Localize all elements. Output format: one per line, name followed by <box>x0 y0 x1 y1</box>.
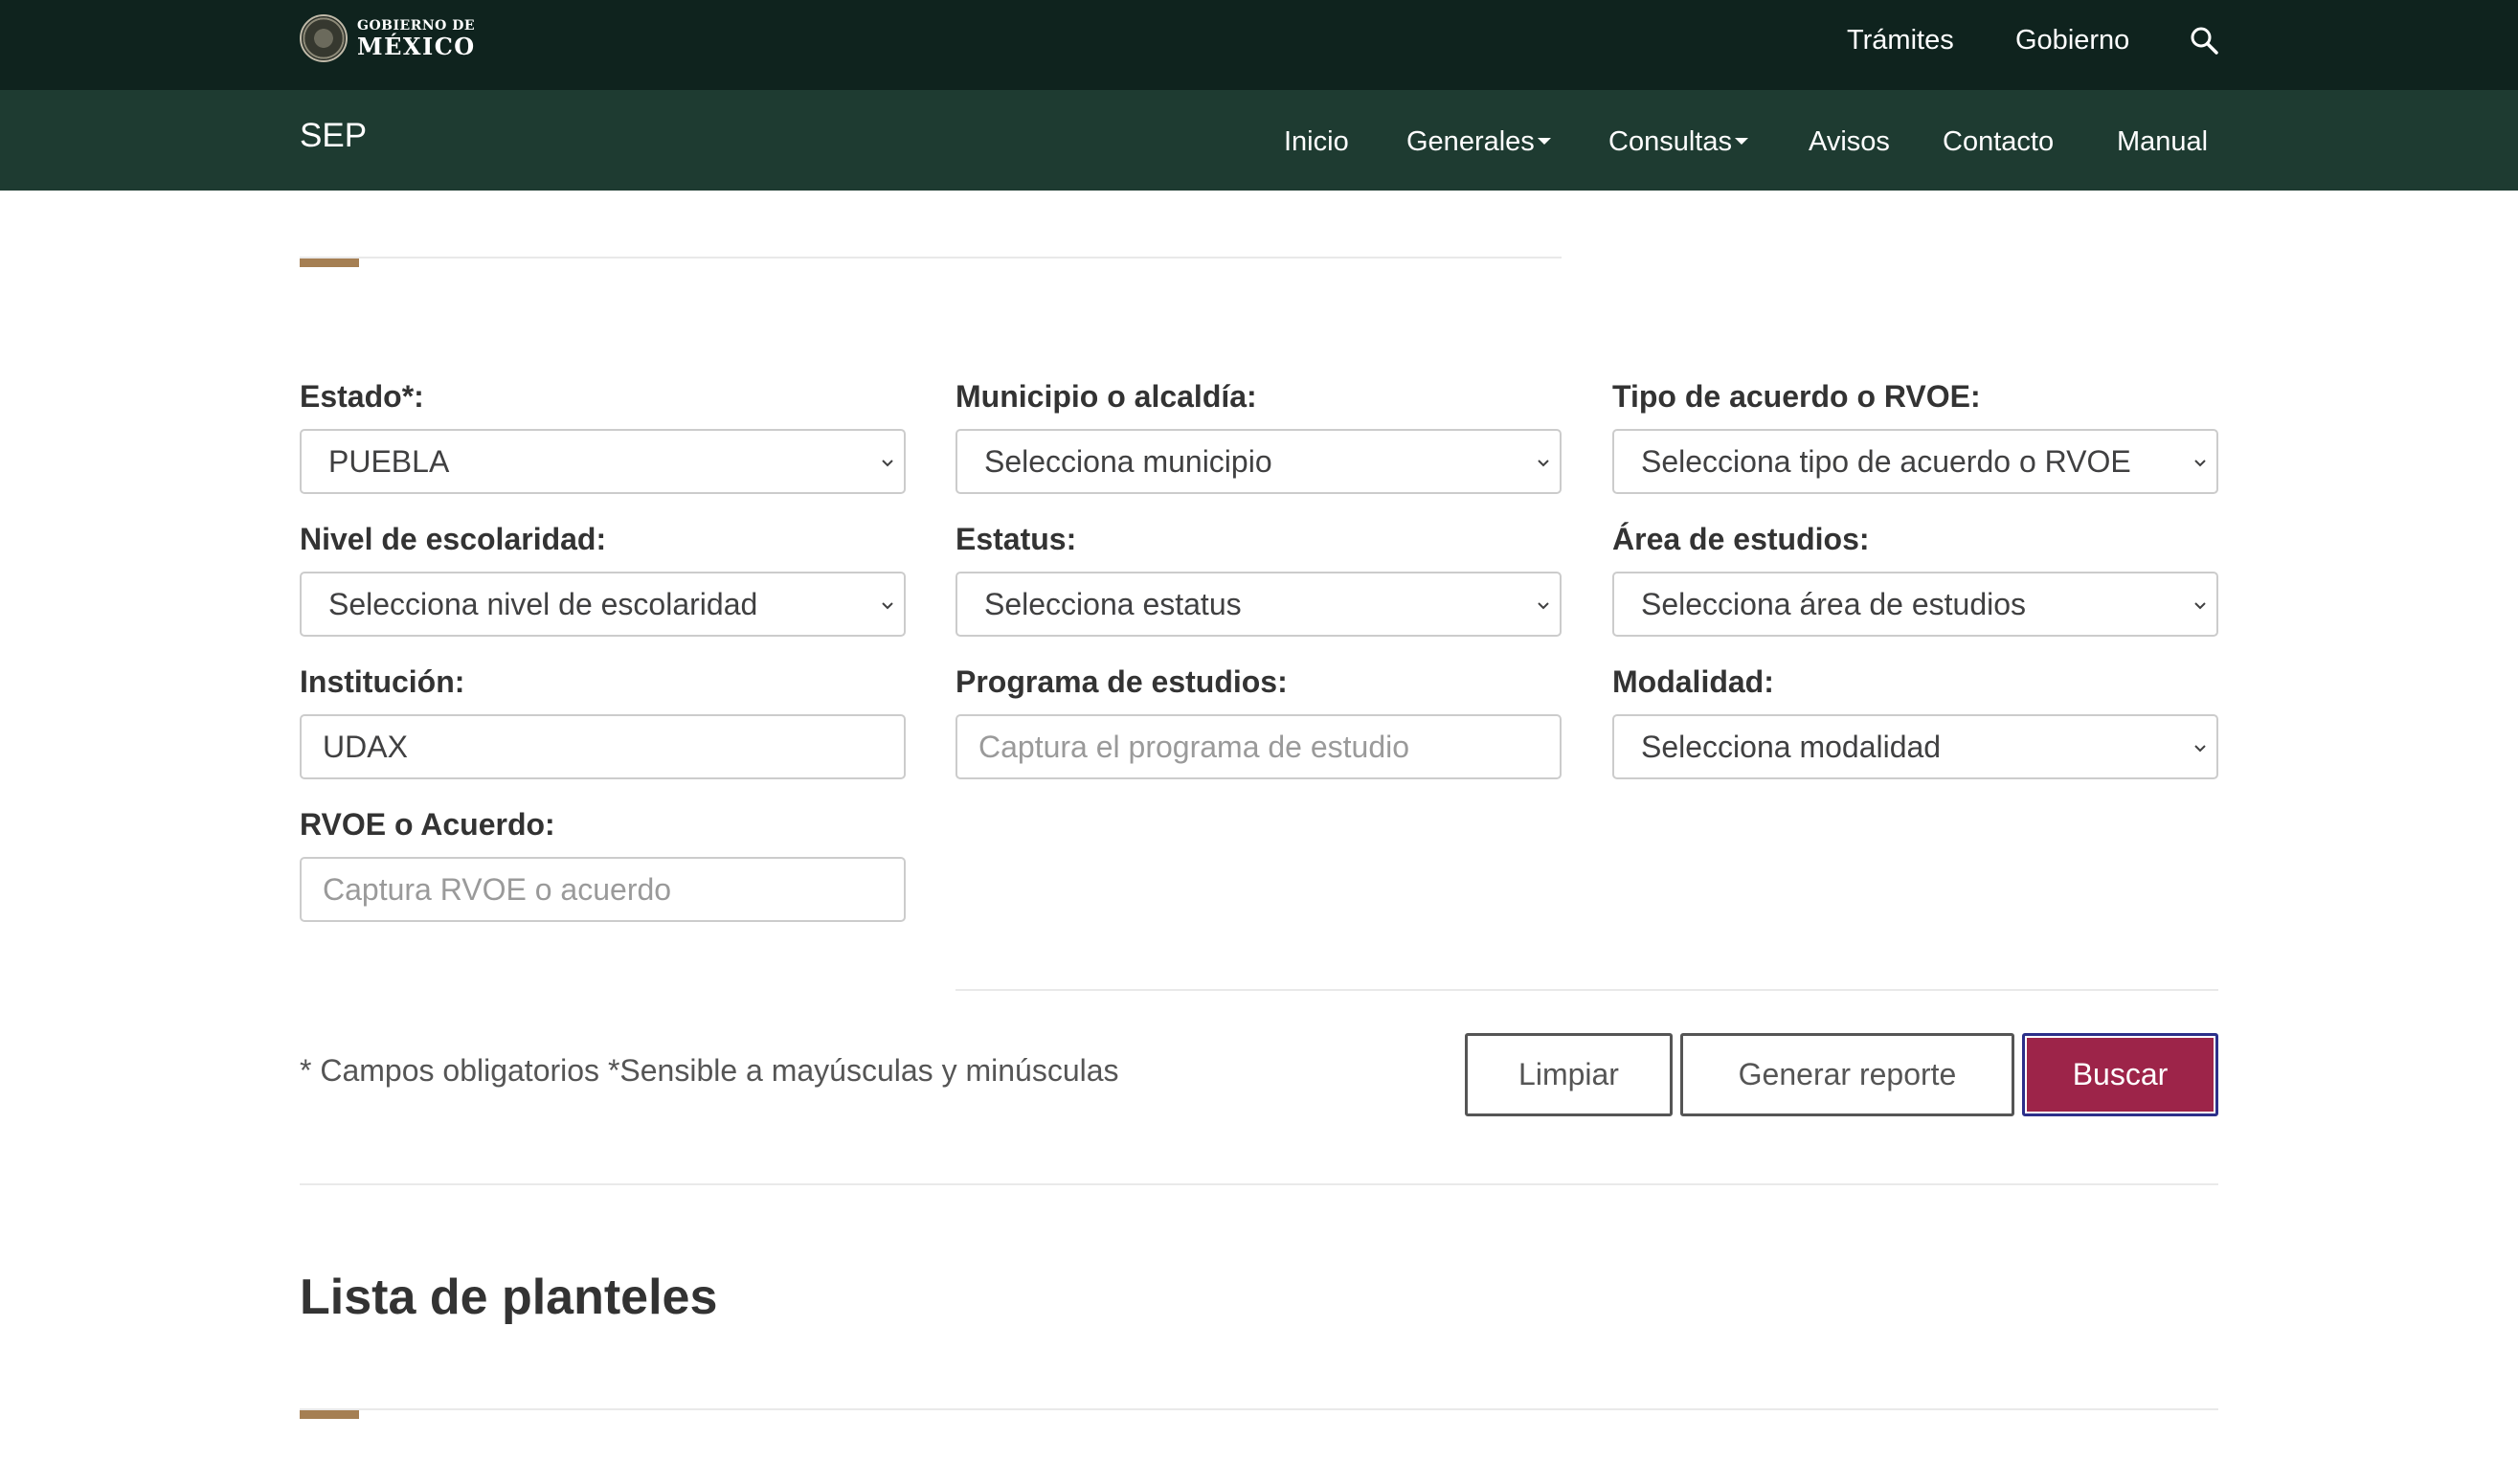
area-select[interactable]: Selecciona área de estudios <box>1612 572 2218 637</box>
estatus-label: Estatus: <box>955 522 1077 556</box>
generate-report-button[interactable]: Generar reporte <box>1680 1033 2014 1116</box>
logo-big-text: MÉXICO <box>357 32 476 60</box>
municipio-select[interactable]: Selecciona municipio <box>955 429 1562 494</box>
gobierno-logo[interactable]: GOBIERNO DE MÉXICO <box>300 13 475 63</box>
nivel-value: Selecciona nivel de escolaridad <box>328 586 758 621</box>
chevron-down-icon <box>882 602 893 610</box>
chevron-down-icon <box>1538 460 1549 467</box>
nav-item-consultas[interactable]: Consultas <box>1608 126 1748 158</box>
nav-item-avisos[interactable]: Avisos <box>1809 126 1890 158</box>
modalidad-select[interactable]: Selecciona modalidad <box>1612 714 2218 779</box>
caret-down-icon <box>1734 137 1748 145</box>
section-accent-bar <box>300 259 359 267</box>
municipio-label: Municipio o alcaldía: <box>955 379 1257 414</box>
municipio-value: Selecciona municipio <box>984 443 1272 479</box>
area-value: Selecciona área de estudios <box>1641 586 2027 621</box>
caret-down-icon <box>1537 137 1551 145</box>
top-link-gobierno[interactable]: Gobierno <box>2015 25 2129 56</box>
area-label: Área de estudios: <box>1612 522 1870 556</box>
top-bar: GOBIERNO DE MÉXICO Trámites Gobierno <box>0 0 2518 90</box>
nivel-label: Nivel de escolaridad: <box>300 522 607 556</box>
chevron-down-icon <box>2194 460 2206 467</box>
main-nav: SEP Inicio Generales Consultas Avisos Co… <box>0 90 2518 191</box>
estado-label: Estado*: <box>300 379 424 414</box>
programa-label: Programa de estudios: <box>955 664 1288 699</box>
results-title: Lista de planteles <box>300 1270 718 1325</box>
nivel-select[interactable]: Selecciona nivel de escolaridad <box>300 572 906 637</box>
search-button[interactable]: Buscar <box>2022 1033 2218 1116</box>
nav-item-contacto[interactable]: Contacto <box>1943 126 2054 158</box>
tipo-acuerdo-label: Tipo de acuerdo o RVOE: <box>1612 379 1981 414</box>
results-divider <box>300 1408 2218 1410</box>
modalidad-label: Modalidad: <box>1612 664 1774 699</box>
chevron-down-icon <box>1538 602 1549 610</box>
estatus-value: Selecciona estatus <box>984 586 1242 621</box>
tipo-acuerdo-select[interactable]: Selecciona tipo de acuerdo o RVOE <box>1612 429 2218 494</box>
estado-value: PUEBLA <box>328 443 450 479</box>
estatus-select[interactable]: Selecciona estatus <box>955 572 1562 637</box>
chevron-down-icon <box>2194 602 2206 610</box>
nav-item-inicio[interactable]: Inicio <box>1284 126 1349 158</box>
required-fields-note: * Campos obligatorios *Sensible a mayúsc… <box>300 1053 1119 1088</box>
logo-small-text: GOBIERNO DE <box>357 17 476 34</box>
search-icon[interactable] <box>2190 26 2218 55</box>
results-divider-top <box>300 1183 2218 1185</box>
chevron-down-icon <box>2194 745 2206 753</box>
section-divider <box>300 257 1562 259</box>
clear-button[interactable]: Limpiar <box>1465 1033 1673 1116</box>
rvoe-label: RVOE o Acuerdo: <box>300 807 555 842</box>
rvoe-input[interactable]: Captura RVOE o acuerdo <box>300 857 906 922</box>
institucion-label: Institución: <box>300 664 465 699</box>
programa-placeholder: Captura el programa de estudio <box>978 729 1410 764</box>
institucion-value: UDAX <box>323 729 408 764</box>
brand-sep[interactable]: SEP <box>300 117 367 155</box>
results-accent-bar <box>300 1410 359 1419</box>
coat-of-arms-icon <box>300 14 348 62</box>
modalidad-value: Selecciona modalidad <box>1641 729 1942 764</box>
top-link-tramites[interactable]: Trámites <box>1847 25 1954 56</box>
rvoe-placeholder: Captura RVOE o acuerdo <box>323 871 672 907</box>
tipo-acuerdo-value: Selecciona tipo de acuerdo o RVOE <box>1641 443 2131 479</box>
nav-item-generales[interactable]: Generales <box>1406 126 1551 158</box>
actions-divider <box>955 989 2218 991</box>
institucion-input[interactable]: UDAX <box>300 714 906 779</box>
estado-select[interactable]: PUEBLA <box>300 429 906 494</box>
nav-item-manual[interactable]: Manual <box>2117 126 2208 158</box>
programa-input[interactable]: Captura el programa de estudio <box>955 714 1562 779</box>
chevron-down-icon <box>882 460 893 467</box>
